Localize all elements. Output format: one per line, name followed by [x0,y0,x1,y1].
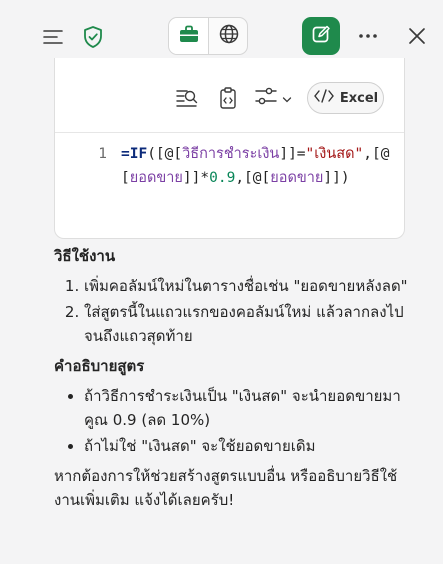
formula-string: "เงินสด" [305,146,364,162]
sliders-icon [254,86,278,110]
code-card: Excel 1 =IF([@[วิธีการชำระเงิน]]="เงินสด… [54,58,405,239]
formula-code: =IF([@[วิธีการชำระเงิน]]="เงินสด",[@[ยอด… [121,142,391,190]
copy-code-icon[interactable] [215,83,241,113]
hamburger-icon[interactable] [40,24,66,50]
line-number: 1 [98,146,107,162]
closing-text: หากต้องการให้ช่วยสร้างสูตรแบบอื่น หรืออธ… [54,467,398,509]
close-icon[interactable] [404,23,430,49]
formula-token: ]]) [323,170,350,186]
new-chat-button[interactable] [302,17,340,55]
mode-switch [168,17,248,55]
usage-heading: วิธีใช้งาน [54,247,116,265]
formula-column: วิธีการชำระเงิน [182,146,280,162]
settings-dropdown[interactable] [251,86,295,110]
compose-icon [310,23,332,49]
code-brackets-icon [313,88,335,108]
formula-token: ,[@[ [235,170,271,186]
formula-function: =IF [121,146,148,162]
usage-steps: เพิ่มคอลัมน์ใหม่ในตารางชื่อเช่น "ยอดขายห… [54,274,414,348]
explain-heading: คำอธิบายสูตร [54,357,145,375]
open-in-excel-button[interactable]: Excel [307,82,384,114]
formula-token: ]]= [279,146,306,162]
briefcase-icon [178,24,200,48]
work-mode-tab[interactable] [169,18,209,54]
divider [55,132,404,133]
code-toolbar: Excel [55,58,406,132]
explain-points: ถ้าวิธีการชำระเงินเป็น "เงินสด" จะนำยอดข… [54,384,414,458]
answer-text: วิธีใช้งาน เพิ่มคอลัมน์ใหม่ในตารางชื่อเช… [54,244,414,512]
formula-column: ยอดขาย [129,170,183,186]
formula-number: 0.9 [209,170,236,186]
list-item: เพิ่มคอลัมน์ใหม่ในตารางชื่อเช่น "ยอดขายห… [84,274,414,298]
web-mode-tab[interactable] [209,18,247,54]
chevron-down-icon [282,89,292,108]
formula-token: ([@[ [147,146,183,162]
list-item: ใส่สูตรนี้ในแถวแรกของคอลัมน์ใหม่ แล้วลาก… [84,300,414,348]
ellipsis-icon[interactable] [355,24,381,48]
formula-token: ]]* [182,170,210,186]
search-document-icon[interactable] [173,84,201,112]
shield-check-icon[interactable] [80,23,106,51]
list-item: ถ้าวิธีการชำระเงินเป็น "เงินสด" จะนำยอดข… [84,384,414,432]
globe-icon [218,23,240,49]
list-item: ถ้าไม่ใช่ "เงินสด" จะใช้ยอดขายเดิม [84,434,414,458]
excel-label: Excel [339,90,379,106]
formula-column: ยอดขาย [270,170,324,186]
